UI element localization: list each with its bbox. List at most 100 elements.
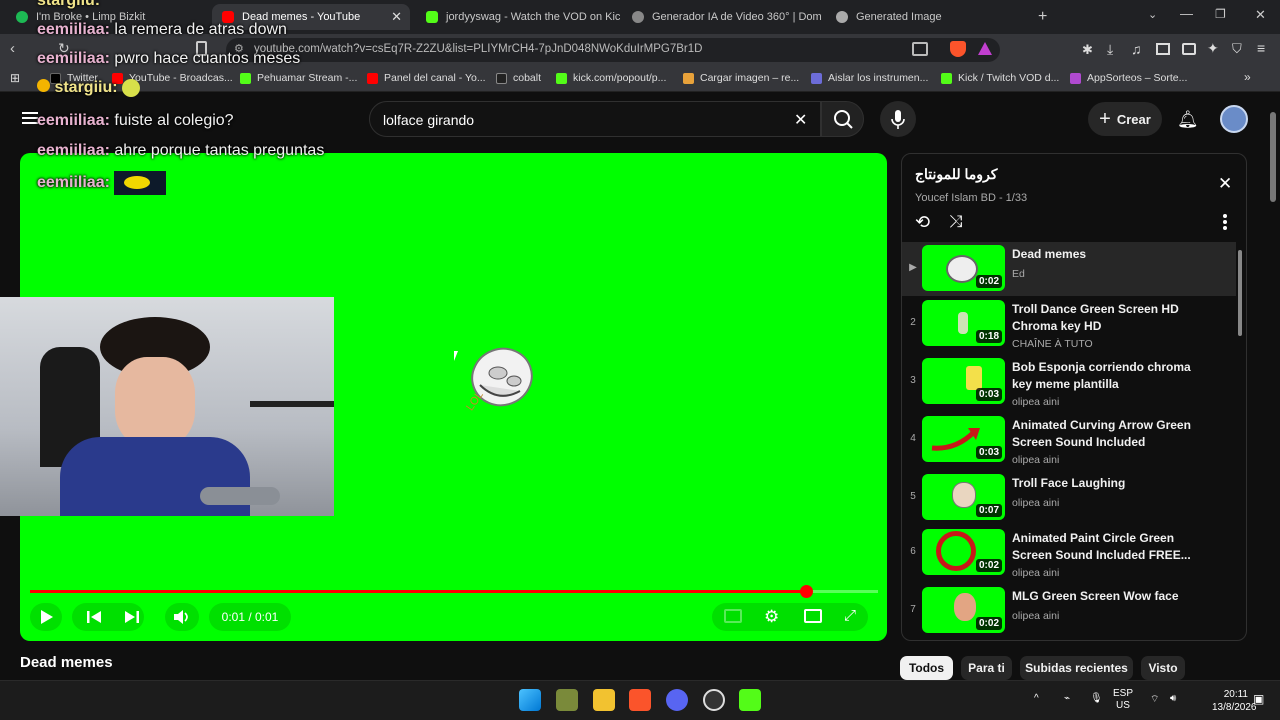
minecraft-icon[interactable] (556, 689, 578, 711)
leo-ai-icon[interactable]: ✦ (1207, 40, 1219, 57)
language-indicator[interactable]: ESP US (1113, 688, 1133, 712)
page-scrollbar[interactable] (1270, 112, 1276, 202)
chat-message: fuiste al colegio? (114, 112, 234, 129)
extensions-icon[interactable]: ✱ (1082, 42, 1093, 58)
fullscreen-icon[interactable]: ⤢ (844, 607, 856, 624)
chip-subidas-recientes[interactable]: Subidas recientes (1020, 656, 1133, 680)
playlist-item[interactable]: 7 0:02 MLG Green Screen Wow face olipea … (902, 584, 1236, 638)
search-input[interactable]: lolface girando ✕ (369, 101, 821, 137)
playlist-item-channel: olipea aini (1012, 567, 1060, 579)
voice-search-button[interactable] (880, 101, 916, 137)
notification-center-icon[interactable]: ▣ (1253, 692, 1264, 706)
time-display: 0:01 / 0:01 (209, 603, 291, 631)
badge-icon (37, 79, 50, 93)
trollface-thumb (952, 482, 976, 508)
playlist-title[interactable]: كروما للمونتاج (915, 166, 997, 183)
close-playlist-icon[interactable]: ✕ (1218, 174, 1232, 194)
bookmark-kick-popout[interactable]: kick.com/popout/p... (556, 72, 666, 84)
apps-grid-icon[interactable]: ⊞ (10, 71, 20, 85)
back-icon[interactable]: ‹ (10, 40, 15, 57)
media-icon[interactable]: ♫ (1131, 41, 1142, 57)
windows-start-icon[interactable] (519, 689, 541, 711)
tray-mic-icon[interactable]: 🎙︎ (1090, 693, 1103, 704)
playlist-item[interactable]: 5 0:07 Troll Face Laughing olipea aini (902, 471, 1236, 525)
progress-bar[interactable] (30, 585, 878, 598)
shuffle-icon[interactable]: ⤨ (949, 212, 963, 232)
obs-icon[interactable] (703, 689, 725, 711)
notifications-bell-icon[interactable]: 🔔︎ (1177, 110, 1199, 130)
next-button[interactable] (124, 609, 140, 630)
sidebar-icon[interactable] (1156, 43, 1170, 55)
download-icon[interactable]: ⤓ (1107, 41, 1113, 58)
chip-para-ti[interactable]: Para ti (961, 656, 1012, 680)
maximize-icon[interactable]: ❐ (1215, 7, 1226, 21)
brave-icon[interactable] (629, 689, 651, 711)
tray-overflow-icon[interactable]: ^ (1034, 693, 1039, 704)
playlist-item-title: Bob Esponja corriendo chroma key meme pl… (1012, 360, 1191, 391)
wifi-icon[interactable]: ⌔ (1150, 693, 1159, 706)
theater-mode-icon[interactable] (804, 609, 822, 623)
playlist-item[interactable]: 3 0:03 Bob Esponja corriendo chroma key … (902, 355, 1236, 409)
avatar[interactable] (1220, 105, 1248, 133)
speaker-icon[interactable]: 🔊︎ (1170, 693, 1176, 704)
playlist-index: 7 (910, 604, 916, 615)
lolface-thumb (946, 255, 978, 283)
hamburger-menu-icon[interactable] (22, 112, 38, 114)
previous-button[interactable] (86, 609, 102, 630)
discord-icon[interactable] (666, 689, 688, 711)
chip-todos[interactable]: Todos (900, 656, 953, 680)
settings-gear-icon[interactable]: ⚙ (764, 607, 779, 627)
volume-button[interactable] (165, 603, 199, 631)
create-button[interactable]: + Crear (1088, 102, 1162, 136)
minimize-icon[interactable]: — (1180, 6, 1193, 21)
chip-visto[interactable]: Visto (1141, 656, 1185, 680)
close-tab-icon[interactable]: ✕ (391, 9, 402, 25)
playlist-item[interactable]: 2 0:18 Troll Dance Green Screen HD Chrom… (902, 297, 1236, 351)
clock[interactable]: 20:11 13/8/2026 (1212, 688, 1257, 714)
file-explorer-icon[interactable] (593, 689, 615, 711)
playlist-item[interactable]: ▶ 0:02 Dead memes Ed (902, 242, 1236, 296)
playlist-item[interactable]: 4 0:03 Animated Curving Arrow Green Scre… (902, 413, 1236, 467)
loop-icon[interactable]: ⟲ (915, 212, 930, 233)
cast-icon[interactable] (912, 42, 928, 56)
playlist-item-title: Animated Curving Arrow Green Screen Soun… (1012, 418, 1191, 449)
tab-generated-image[interactable]: Generated Image (826, 4, 1026, 30)
chat-username: eemiiliaa: (37, 21, 110, 38)
menu-icon[interactable]: ≡ (1257, 40, 1265, 56)
tab-kick[interactable]: jordyyswag - Watch the VOD on Kick (416, 4, 620, 30)
playlist-item-channel: olipea aini (1012, 454, 1060, 466)
more-bookmarks-icon[interactable]: » (1244, 70, 1251, 84)
search-button[interactable] (821, 101, 864, 137)
face (115, 357, 195, 447)
progress-scrubber[interactable] (799, 585, 813, 598)
chat-emote-image (114, 171, 167, 195)
playlist-item[interactable]: 6 0:02 Animated Paint Circle Green Scree… (902, 526, 1236, 580)
new-tab-icon[interactable]: + (1038, 8, 1047, 26)
more-options-icon[interactable] (1223, 214, 1227, 218)
bookmark-panel-canal[interactable]: Panel del canal - Yo... (367, 72, 486, 84)
bookmark-appsorteos[interactable]: AppSorteos – Sorte... (1070, 72, 1187, 84)
vpn-icon[interactable]: ⛉ (1232, 41, 1242, 57)
chat-message: ahre porque tantas preguntas (114, 142, 325, 159)
tab-domo[interactable]: Generador IA de Video 360° | Domo (622, 4, 822, 30)
emote-icon (122, 79, 141, 97)
wallet-icon[interactable] (1182, 43, 1196, 55)
brave-shield-icon[interactable] (950, 41, 966, 57)
play-button[interactable] (30, 603, 62, 631)
clear-search-icon[interactable]: ✕ (794, 110, 807, 130)
playlist-item-title: Troll Face Laughing (1012, 476, 1126, 490)
tab-search-icon[interactable]: ⌄ (1148, 8, 1157, 21)
bookmark-aislar[interactable]: Aislar los instrumen... (811, 72, 928, 84)
subtitles-icon[interactable] (724, 609, 742, 623)
bookmark-cobalt[interactable]: cobalt (496, 72, 541, 84)
kick-app-icon[interactable] (739, 689, 761, 711)
close-window-icon[interactable]: ✕ (1255, 7, 1266, 23)
playlist-index: 3 (910, 375, 916, 386)
bookmark-label: Kick / Twitch VOD d... (958, 72, 1060, 84)
playlist-scrollbar[interactable] (1238, 250, 1242, 336)
kick-icon (426, 11, 438, 23)
tray-app-icon[interactable]: ⌁ (1064, 693, 1070, 704)
brave-rewards-icon[interactable] (978, 42, 992, 55)
bookmark-cargar-imagen[interactable]: Cargar imagen – re... (683, 72, 799, 84)
bookmark-kick-twitch-vod[interactable]: Kick / Twitch VOD d... (941, 72, 1059, 84)
